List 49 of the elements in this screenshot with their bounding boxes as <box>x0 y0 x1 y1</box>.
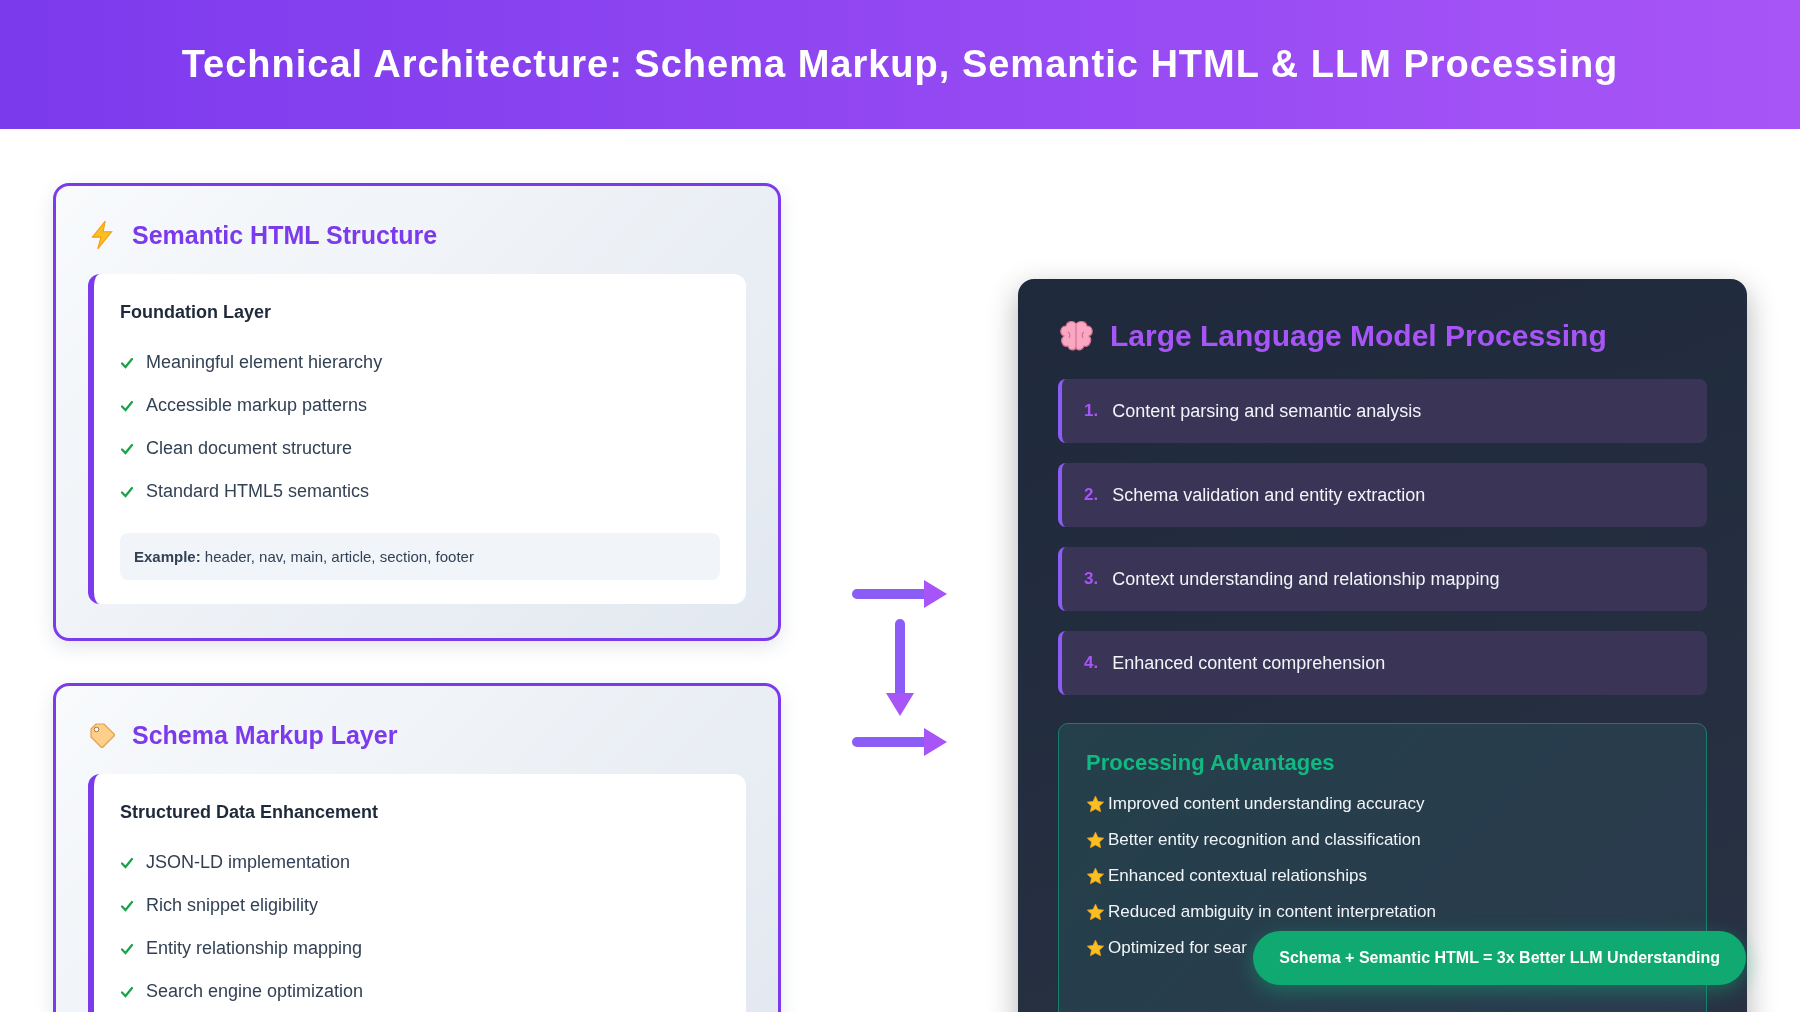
star-icon <box>1086 794 1105 814</box>
star-icon <box>1086 938 1105 958</box>
feature-text: Accessible markup patterns <box>146 395 368 416</box>
feature-text: Search engine optimization <box>146 981 364 1002</box>
star-icon <box>1086 902 1105 922</box>
advantage-text: Enhanced contextual relationships <box>1108 866 1367 886</box>
down-arrow-icon <box>884 619 915 717</box>
step-text: Content parsing and semantic analysis <box>1112 400 1422 422</box>
right-arrow-icon <box>851 727 948 757</box>
card-title: Semantic HTML Structure <box>132 220 438 250</box>
step-number: 4. <box>1084 653 1099 673</box>
advantage-text: Optimized for sear <box>1108 938 1247 958</box>
panel-subtitle: Structured Data Enhancement <box>120 802 380 823</box>
lightning-icon <box>88 220 116 250</box>
summary-badge: Schema + Semantic HTML = 3x Better LLM Understanding <box>1253 931 1746 985</box>
check-icon <box>120 441 134 456</box>
step-number: 2. <box>1084 485 1099 505</box>
tag-icon <box>88 720 116 750</box>
feature-text: Rich snippet eligibility <box>146 895 319 916</box>
check-icon <box>120 484 134 499</box>
example-note: Example: header, nav, main, article, section, footer <box>120 533 720 580</box>
advantage-text: Reduced ambiguity in content interpretation <box>1108 902 1436 922</box>
right-arrow-icon <box>851 579 948 609</box>
card-title: Schema Markup Layer <box>132 720 398 750</box>
check-icon <box>120 855 134 870</box>
check-icon <box>120 355 134 370</box>
check-icon <box>120 941 134 956</box>
step-text: Schema validation and entity extraction <box>1112 484 1426 506</box>
advantage-text: Better entity recognition and classification <box>1108 830 1421 850</box>
advantages-title: Processing Advantages <box>1086 750 1336 776</box>
step-text: Enhanced content comprehension <box>1112 652 1386 674</box>
advantage-text: Improved content understanding accuracy <box>1108 794 1425 814</box>
step-text: Context understanding and relationship mapping <box>1112 568 1500 590</box>
star-icon <box>1086 866 1105 886</box>
step-number: 1. <box>1084 401 1099 421</box>
check-icon <box>120 984 134 999</box>
feature-text: Clean document structure <box>146 438 353 459</box>
page-title: Technical Architecture: Schema Markup, Semantic HTML & LLM Processing <box>181 43 1619 86</box>
brain-icon <box>1058 320 1094 352</box>
feature-text: Meaningful element hierarchy <box>146 352 383 373</box>
feature-text: Standard HTML5 semantics <box>146 481 370 502</box>
panel-subtitle: Foundation Layer <box>120 302 272 323</box>
feature-text: JSON-LD implementation <box>146 852 351 873</box>
feature-text: Entity relationship mapping <box>146 938 363 959</box>
check-icon <box>120 898 134 913</box>
star-icon <box>1086 830 1105 850</box>
step-number: 3. <box>1084 569 1099 589</box>
check-icon <box>120 398 134 413</box>
panel-title: Large Language Model Processing <box>1110 319 1607 353</box>
